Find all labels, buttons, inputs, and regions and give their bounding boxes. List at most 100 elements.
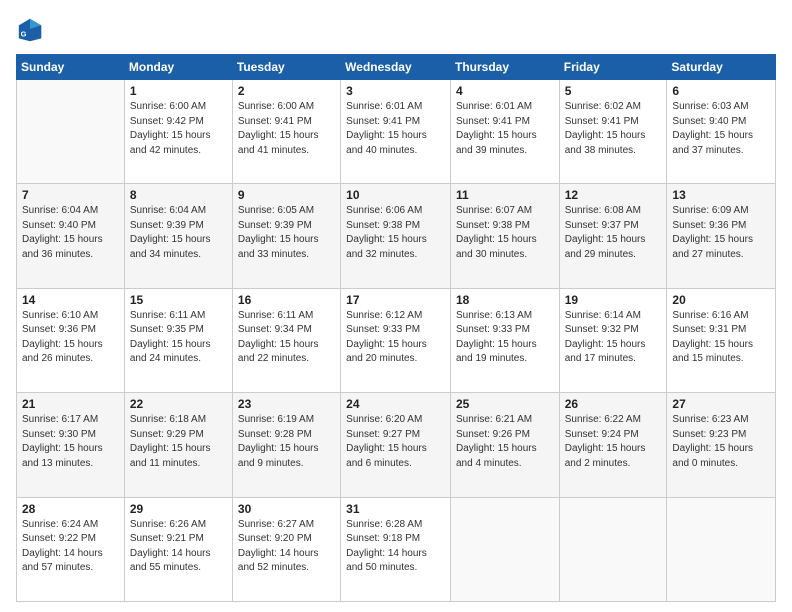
day-number: 4 (456, 84, 554, 98)
day-info: Sunrise: 6:22 AM Sunset: 9:24 PM Dayligh… (565, 413, 662, 471)
day-number: 6 (672, 84, 770, 98)
calendar: SundayMondayTuesdayWednesdayThursdayFrid… (16, 54, 776, 602)
day-number: 5 (565, 84, 662, 98)
day-number: 23 (238, 397, 335, 411)
weekday-header-thursday: Thursday (450, 55, 559, 80)
day-info: Sunrise: 6:12 AM Sunset: 9:33 PM Dayligh… (346, 309, 445, 367)
calendar-cell (17, 80, 125, 184)
weekday-header-monday: Monday (124, 55, 232, 80)
calendar-cell: 14 Sunrise: 6:10 AM Sunset: 9:36 PM Dayli… (17, 288, 125, 392)
header: G (16, 16, 776, 44)
day-number: 7 (22, 188, 119, 202)
calendar-cell: 6 Sunrise: 6:03 AM Sunset: 9:40 PM Daylig… (667, 80, 776, 184)
week-row-2: 7 Sunrise: 6:04 AM Sunset: 9:40 PM Daylig… (17, 184, 776, 288)
day-info: Sunrise: 6:05 AM Sunset: 9:39 PM Dayligh… (238, 204, 335, 262)
day-number: 13 (672, 188, 770, 202)
day-number: 10 (346, 188, 445, 202)
day-info: Sunrise: 6:11 AM Sunset: 9:35 PM Dayligh… (130, 309, 227, 367)
day-number: 12 (565, 188, 662, 202)
day-info: Sunrise: 6:27 AM Sunset: 9:20 PM Dayligh… (238, 518, 335, 576)
calendar-cell: 29 Sunrise: 6:26 AM Sunset: 9:21 PM Dayli… (124, 497, 232, 601)
day-info: Sunrise: 6:09 AM Sunset: 9:36 PM Dayligh… (672, 204, 770, 262)
day-number: 25 (456, 397, 554, 411)
calendar-cell: 15 Sunrise: 6:11 AM Sunset: 9:35 PM Dayli… (124, 288, 232, 392)
calendar-cell: 17 Sunrise: 6:12 AM Sunset: 9:33 PM Dayli… (341, 288, 451, 392)
day-number: 11 (456, 188, 554, 202)
day-number: 9 (238, 188, 335, 202)
day-info: Sunrise: 6:04 AM Sunset: 9:40 PM Dayligh… (22, 204, 119, 262)
day-number: 28 (22, 502, 119, 516)
day-number: 26 (565, 397, 662, 411)
day-info: Sunrise: 6:07 AM Sunset: 9:38 PM Dayligh… (456, 204, 554, 262)
logo: G (16, 16, 48, 44)
day-info: Sunrise: 6:06 AM Sunset: 9:38 PM Dayligh… (346, 204, 445, 262)
calendar-cell: 16 Sunrise: 6:11 AM Sunset: 9:34 PM Dayli… (232, 288, 340, 392)
calendar-cell: 23 Sunrise: 6:19 AM Sunset: 9:28 PM Dayli… (232, 393, 340, 497)
day-info: Sunrise: 6:19 AM Sunset: 9:28 PM Dayligh… (238, 413, 335, 471)
day-info: Sunrise: 6:26 AM Sunset: 9:21 PM Dayligh… (130, 518, 227, 576)
day-info: Sunrise: 6:13 AM Sunset: 9:33 PM Dayligh… (456, 309, 554, 367)
week-row-3: 14 Sunrise: 6:10 AM Sunset: 9:36 PM Dayli… (17, 288, 776, 392)
calendar-cell: 4 Sunrise: 6:01 AM Sunset: 9:41 PM Daylig… (450, 80, 559, 184)
day-info: Sunrise: 6:16 AM Sunset: 9:31 PM Dayligh… (672, 309, 770, 367)
calendar-cell: 10 Sunrise: 6:06 AM Sunset: 9:38 PM Dayli… (341, 184, 451, 288)
day-info: Sunrise: 6:11 AM Sunset: 9:34 PM Dayligh… (238, 309, 335, 367)
calendar-cell (559, 497, 667, 601)
day-number: 30 (238, 502, 335, 516)
calendar-cell: 28 Sunrise: 6:24 AM Sunset: 9:22 PM Dayli… (17, 497, 125, 601)
week-row-1: 1 Sunrise: 6:00 AM Sunset: 9:42 PM Daylig… (17, 80, 776, 184)
day-info: Sunrise: 6:01 AM Sunset: 9:41 PM Dayligh… (346, 100, 445, 158)
page: G SundayMondayTuesdayWednesdayThursdayFr… (0, 0, 792, 612)
calendar-cell: 3Sunrise: 6:01 AM Sunset: 9:41 PM Daylig… (341, 80, 451, 184)
day-number: 21 (22, 397, 119, 411)
day-info: Sunrise: 6:23 AM Sunset: 9:23 PM Dayligh… (672, 413, 770, 471)
day-number: 20 (672, 293, 770, 307)
day-info: Sunrise: 6:03 AM Sunset: 9:40 PM Dayligh… (672, 100, 770, 158)
day-number: 24 (346, 397, 445, 411)
weekday-header-saturday: Saturday (667, 55, 776, 80)
calendar-cell: 12Sunrise: 6:08 AM Sunset: 9:37 PM Dayli… (559, 184, 667, 288)
day-info: Sunrise: 6:00 AM Sunset: 9:41 PM Dayligh… (238, 100, 335, 158)
day-info: Sunrise: 6:00 AM Sunset: 9:42 PM Dayligh… (130, 100, 227, 158)
day-info: Sunrise: 6:02 AM Sunset: 9:41 PM Dayligh… (565, 100, 662, 158)
calendar-cell: 18 Sunrise: 6:13 AM Sunset: 9:33 PM Dayli… (450, 288, 559, 392)
day-number: 1 (130, 84, 227, 98)
day-number: 14 (22, 293, 119, 307)
day-number: 31 (346, 502, 445, 516)
calendar-cell: 20 Sunrise: 6:16 AM Sunset: 9:31 PM Dayli… (667, 288, 776, 392)
calendar-cell: 24 Sunrise: 6:20 AM Sunset: 9:27 PM Dayli… (341, 393, 451, 497)
day-info: Sunrise: 6:18 AM Sunset: 9:29 PM Dayligh… (130, 413, 227, 471)
calendar-cell (667, 497, 776, 601)
day-number: 29 (130, 502, 227, 516)
day-number: 27 (672, 397, 770, 411)
calendar-cell: 5 Sunrise: 6:02 AM Sunset: 9:41 PM Daylig… (559, 80, 667, 184)
day-number: 15 (130, 293, 227, 307)
day-number: 8 (130, 188, 227, 202)
day-info: Sunrise: 6:14 AM Sunset: 9:32 PM Dayligh… (565, 309, 662, 367)
calendar-cell: 1 Sunrise: 6:00 AM Sunset: 9:42 PM Daylig… (124, 80, 232, 184)
weekday-header-wednesday: Wednesday (341, 55, 451, 80)
day-info: Sunrise: 6:17 AM Sunset: 9:30 PM Dayligh… (22, 413, 119, 471)
weekday-header-row: SundayMondayTuesdayWednesdayThursdayFrid… (17, 55, 776, 80)
calendar-cell: 22Sunrise: 6:18 AM Sunset: 9:29 PM Dayli… (124, 393, 232, 497)
day-number: 2 (238, 84, 335, 98)
calendar-cell: 21 Sunrise: 6:17 AM Sunset: 9:30 PM Dayli… (17, 393, 125, 497)
day-number: 19 (565, 293, 662, 307)
day-info: Sunrise: 6:24 AM Sunset: 9:22 PM Dayligh… (22, 518, 119, 576)
weekday-header-friday: Friday (559, 55, 667, 80)
week-row-4: 21 Sunrise: 6:17 AM Sunset: 9:30 PM Dayli… (17, 393, 776, 497)
day-number: 18 (456, 293, 554, 307)
svg-text:G: G (21, 30, 27, 39)
day-info: Sunrise: 6:21 AM Sunset: 9:26 PM Dayligh… (456, 413, 554, 471)
week-row-5: 28 Sunrise: 6:24 AM Sunset: 9:22 PM Dayli… (17, 497, 776, 601)
day-number: 17 (346, 293, 445, 307)
day-info: Sunrise: 6:01 AM Sunset: 9:41 PM Dayligh… (456, 100, 554, 158)
calendar-cell: 31Sunrise: 6:28 AM Sunset: 9:18 PM Dayli… (341, 497, 451, 601)
day-info: Sunrise: 6:20 AM Sunset: 9:27 PM Dayligh… (346, 413, 445, 471)
calendar-cell: 26 Sunrise: 6:22 AM Sunset: 9:24 PM Dayli… (559, 393, 667, 497)
day-info: Sunrise: 6:10 AM Sunset: 9:36 PM Dayligh… (22, 309, 119, 367)
day-number: 16 (238, 293, 335, 307)
calendar-cell: 19 Sunrise: 6:14 AM Sunset: 9:32 PM Dayli… (559, 288, 667, 392)
calendar-cell: 30 Sunrise: 6:27 AM Sunset: 9:20 PM Dayli… (232, 497, 340, 601)
calendar-cell: 25 Sunrise: 6:21 AM Sunset: 9:26 PM Dayli… (450, 393, 559, 497)
